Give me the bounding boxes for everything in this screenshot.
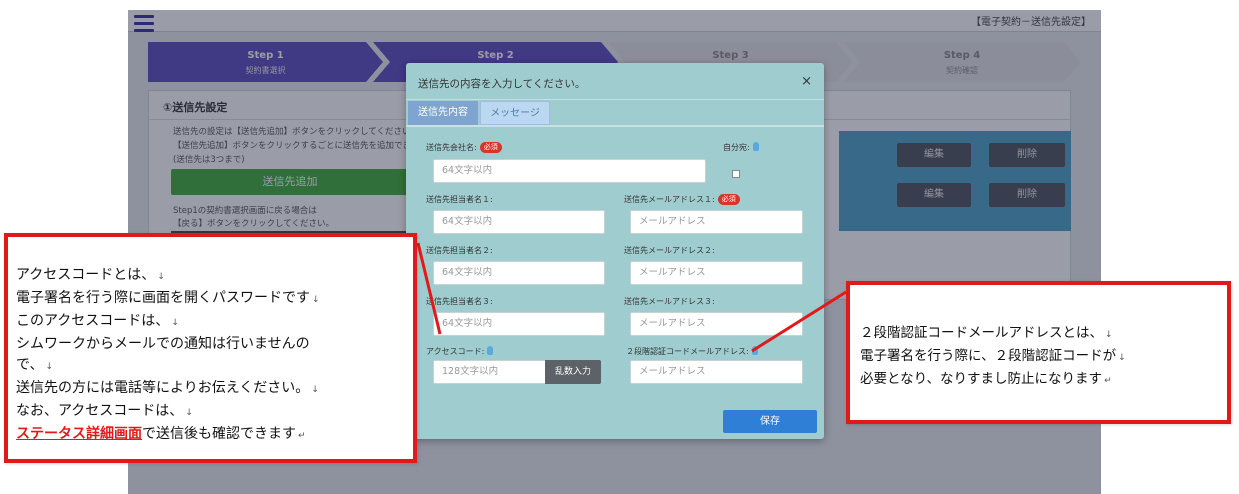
self-label-text: 自分宛:: [723, 143, 750, 152]
callout-line: 送信先の方には電話等によりお伝えください。 ↓: [16, 378, 407, 401]
twofa-label-text: ２段階認証コードメールアドレス:: [626, 347, 749, 356]
email1-label-text: 送信先メールアドレス１:: [624, 195, 715, 204]
line-marker: ↓: [171, 318, 179, 328]
callout-line: なお、アクセスコードは、 ↓: [16, 401, 407, 424]
required-badge: 必須: [717, 194, 740, 205]
callout-line-text: で送信後も確認できます: [142, 426, 296, 442]
line-marker: ↓: [312, 295, 320, 305]
screenshot-stage: 【電子契約－送信先設定】 Step 1 契約書選択 Step 2 Step 3 S…: [0, 0, 1239, 494]
callout-line-text: なお、アクセスコードは、: [16, 403, 184, 419]
tab-underline: [406, 125, 824, 127]
lightbulb-icon: [487, 346, 494, 355]
person2-label: 送信先担当者名２:: [426, 246, 493, 255]
access-code-label-text: アクセスコード:: [426, 347, 485, 356]
callout-line-text: このアクセスコードは、: [16, 313, 170, 329]
lightbulb-icon: [751, 346, 758, 355]
destination-modal: 送信先の内容を入力してください。 × 送信先内容 メッセージ 送信先会社名: 必須…: [406, 63, 824, 439]
access-code-label: アクセスコード:: [426, 346, 494, 357]
save-button[interactable]: 保存: [723, 410, 817, 433]
callout-line-text: 必要となり、なりすまし防止になります: [860, 371, 1103, 387]
close-icon[interactable]: ×: [801, 74, 812, 89]
end-marker: ↵: [1104, 376, 1112, 386]
line-marker: ↓: [157, 272, 165, 282]
modal-header-divider: [406, 99, 824, 100]
email2-input[interactable]: メールアドレス: [630, 261, 803, 285]
callout-line: このアクセスコードは、 ↓: [16, 311, 407, 334]
callout-line-text: ２段階認証コードメールアドレスとは、: [860, 325, 1103, 341]
status-detail-link-text: ステータス詳細画面: [16, 426, 142, 442]
email3-label: 送信先メールアドレス３:: [624, 297, 715, 306]
access-code-callout: アクセスコードとは、 ↓ 電子署名を行う際に画面を開くパスワードです ↓ このアクセ…: [4, 233, 417, 463]
company-label-text: 送信先会社名:: [426, 143, 477, 152]
email3-input[interactable]: メールアドレス: [630, 312, 803, 336]
email2-label: 送信先メールアドレス２:: [624, 246, 715, 255]
end-marker: ↵: [298, 431, 306, 441]
callout-line-text: で、: [16, 357, 44, 373]
person2-input[interactable]: 64文字以内: [433, 261, 605, 285]
access-code-input[interactable]: 128文字以内: [433, 360, 546, 384]
twofa-email-input[interactable]: メールアドレス: [630, 360, 803, 384]
callout-line: ステータス詳細画面で送信後も確認できます ↵: [16, 424, 407, 447]
line-marker: ↓: [185, 408, 193, 418]
tab-destination-content[interactable]: 送信先内容: [408, 101, 478, 125]
line-marker: ↓: [1105, 330, 1113, 340]
random-input-button[interactable]: 乱数入力: [545, 360, 601, 384]
line-marker: ↓: [45, 362, 53, 372]
tab-message[interactable]: メッセージ: [480, 101, 550, 125]
self-label: 自分宛:: [723, 142, 759, 153]
email1-label: 送信先メールアドレス１: 必須: [624, 194, 740, 205]
twofa-callout: ２段階認証コードメールアドレスとは、 ↓ 電子署名を行う際に、２段階認証コードが ↓…: [846, 281, 1231, 424]
person1-label: 送信先担当者名１:: [426, 195, 493, 204]
person3-label: 送信先担当者名３:: [426, 297, 493, 306]
email1-input[interactable]: メールアドレス: [630, 210, 803, 234]
callout-line-text: アクセスコードとは、: [16, 267, 156, 283]
person3-input[interactable]: 64文字以内: [433, 312, 605, 336]
lightbulb-icon: [752, 142, 759, 151]
self-checkbox[interactable]: [732, 170, 740, 178]
person1-input[interactable]: 64文字以内: [433, 210, 605, 234]
required-badge: 必須: [479, 142, 502, 153]
callout-line-text: 電子署名を行う際に画面を開くパスワードです: [16, 290, 310, 306]
callout-line-text: シムワークからメールでの通知は行いませんの: [16, 336, 310, 352]
company-input[interactable]: 64文字以内: [433, 159, 706, 183]
callout-line: 電子署名を行う際に、２段階認証コードが ↓: [860, 346, 1219, 369]
callout-line: で、 ↓: [16, 355, 407, 378]
callout-line: ２段階認証コードメールアドレスとは、 ↓: [860, 323, 1219, 346]
company-label: 送信先会社名: 必須: [426, 142, 502, 153]
callout-line-text: 電子署名を行う際に、２段階認証コードが: [860, 348, 1117, 364]
callout-line: アクセスコードとは、 ↓: [16, 265, 407, 288]
callout-line: シムワークからメールでの通知は行いませんの: [16, 334, 407, 355]
callout-line: 電子署名を行う際に画面を開くパスワードです ↓: [16, 288, 407, 311]
line-marker: ↓: [1118, 353, 1126, 363]
callout-line-text: 送信先の方には電話等によりお伝えください。: [16, 380, 310, 396]
line-marker: ↓: [311, 385, 319, 395]
modal-title: 送信先の内容を入力してください。: [418, 78, 586, 90]
callout-line: 必要となり、なりすまし防止になります ↵: [860, 369, 1219, 392]
twofa-label: ２段階認証コードメールアドレス:: [626, 346, 758, 357]
